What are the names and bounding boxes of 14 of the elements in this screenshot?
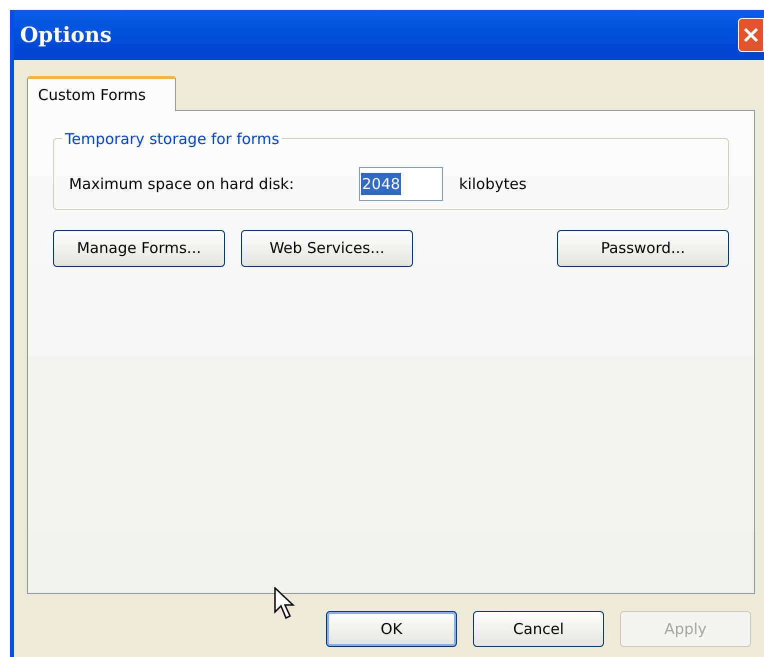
- window-title: Options: [20, 21, 112, 50]
- field-label: Maximum space on hard disk:: [69, 174, 296, 195]
- input-field[interactable]: 2048: [359, 167, 443, 201]
- unit-label: kilobytes: [459, 174, 527, 195]
- field-value: 2048: [361, 172, 402, 196]
- action-button[interactable]: Web Services...: [241, 230, 413, 267]
- cursor-icon: [274, 587, 296, 621]
- dialog-button[interactable]: Cancel: [473, 611, 604, 647]
- dialog-button[interactable]: OK: [326, 611, 457, 647]
- close-button[interactable]: [738, 18, 764, 52]
- tab[interactable]: Custom Forms: [27, 76, 176, 111]
- action-button[interactable]: Manage Forms...: [53, 230, 225, 267]
- action-button[interactable]: Password...: [557, 230, 729, 267]
- close-icon: [742, 26, 760, 44]
